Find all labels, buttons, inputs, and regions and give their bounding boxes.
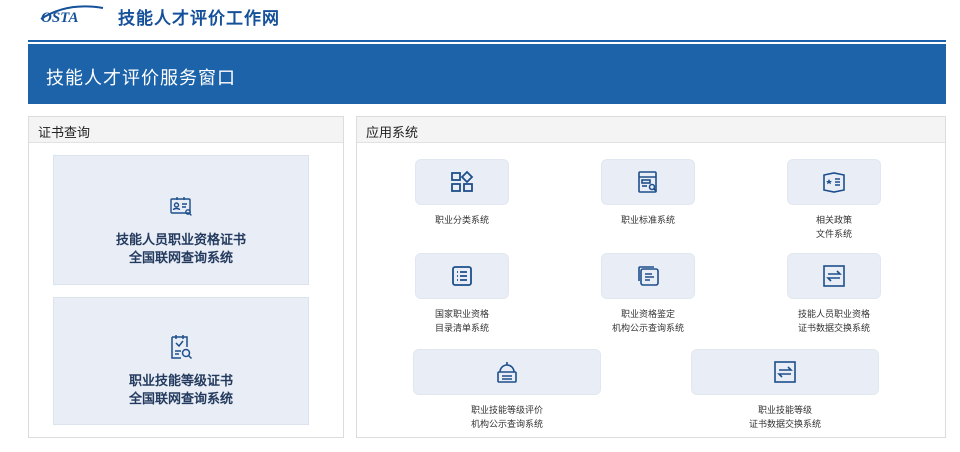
tile-label: 国家职业资格 目录清单系统 [434, 310, 489, 334]
site-title[interactable]: 技能人才评价工作网 [118, 4, 280, 29]
tile-icon-box [691, 349, 879, 395]
tile-label: 职业技能等级评价 机构公示查询系统 [470, 406, 543, 430]
tile-icon-box [787, 159, 881, 205]
svg-text:OSTA: OSTA [41, 10, 79, 26]
top-header: OSTA 技能人才评价工作网 [0, 0, 960, 40]
header-divider [28, 40, 946, 42]
exchange-icon [774, 361, 796, 383]
app-systems-heading: 应用系统 [357, 117, 945, 143]
tile-icon-box [787, 253, 881, 299]
osta-logo[interactable]: OSTA [37, 4, 105, 26]
cert-query-heading: 证书查询 [29, 117, 343, 143]
document-search-icon [171, 335, 193, 360]
skill-level-cert-query-label: 职业技能等级证书 全国联网查询系统 [128, 374, 233, 407]
cert-query-panel: 证书查询 技能人员职业资格证书 全国联网查询系统 职业技能等级证书 全国联网查询… [28, 116, 344, 438]
category-grid-icon [451, 170, 474, 192]
id-card-search-icon [170, 197, 192, 216]
tile-label: 职业资格鉴定 机构公示查询系统 [611, 310, 684, 334]
tile-icon-box [415, 253, 509, 299]
institution-icon [497, 362, 517, 383]
document-stack-icon [638, 266, 659, 286]
tile-label: 职业分类系统 [434, 216, 489, 226]
tile-label: 技能人员职业资格 证书数据交换系统 [797, 310, 870, 334]
tile-label: 相关政策 文件系统 [815, 216, 852, 240]
tile-icon-box [413, 349, 601, 395]
tile-icon-box [601, 159, 695, 205]
skill-level-cert-query-card[interactable]: 职业技能等级证书 全国联网查询系统 [53, 297, 309, 425]
service-banner: 技能人才评价服务窗口 [28, 44, 946, 104]
app-systems-panel: 应用系统 职业分类系统 职业标准系统 相关政策 文件系统 国家职业资格 目录清单… [356, 116, 946, 438]
vocational-cert-query-card[interactable]: 技能人员职业资格证书 全国联网查询系统 [53, 155, 309, 285]
tile-label: 职业技能等级 证书数据交换系统 [748, 406, 821, 430]
vocational-cert-query-label: 技能人员职业资格证书 全国联网查询系统 [115, 233, 246, 266]
tile-icon-box [415, 159, 509, 205]
standard-search-icon [638, 171, 658, 193]
tile-icon-box [601, 253, 695, 299]
list-icon [452, 266, 472, 286]
tile-label: 职业标准系统 [620, 216, 675, 226]
banner-title: 技能人才评价服务窗口 [46, 68, 236, 89]
policy-book-icon [823, 172, 845, 193]
exchange-icon [823, 265, 845, 287]
